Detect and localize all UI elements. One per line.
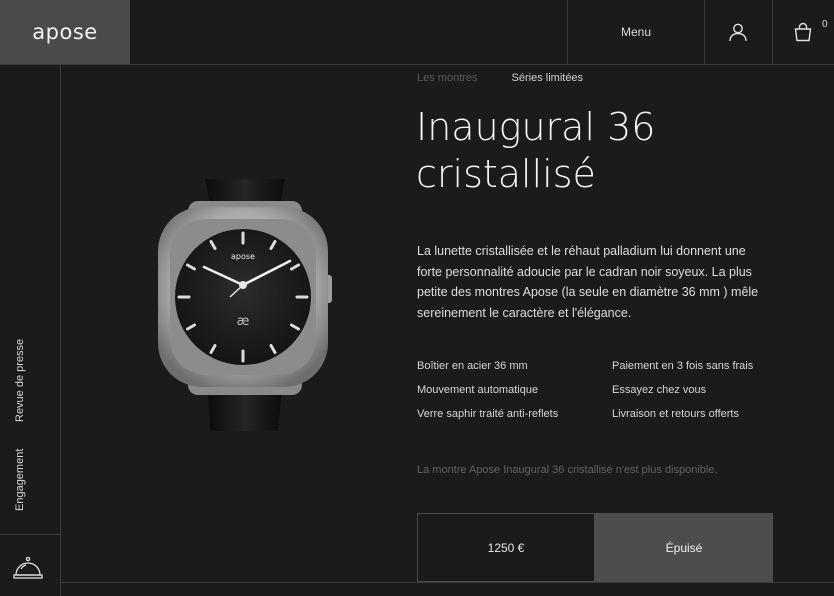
breadcrumb: Les montres Séries limitées xyxy=(417,72,583,84)
product-title-line2: cristallisé xyxy=(416,152,596,196)
feature-glass: Verre saphir traité anti-reflets xyxy=(417,408,559,420)
feature-shipping: Livraison et retours offerts xyxy=(612,408,739,420)
dial-monogram: æ xyxy=(237,314,250,329)
menu-button[interactable]: Menu xyxy=(568,0,704,64)
feature-case: Boîtier en acier 36 mm xyxy=(417,360,528,372)
feature-row: Boîtier en acier 36 mm Paiement en 3 foi… xyxy=(417,360,797,384)
feature-payment: Paiement en 3 fois sans frais xyxy=(612,360,754,372)
sold-out-button[interactable]: Épuisé xyxy=(595,513,773,582)
product-watch-image: apose æ xyxy=(158,179,332,431)
sidebar-bottom-divider xyxy=(0,534,60,535)
shopping-bag-icon xyxy=(794,22,812,42)
product-title-line1: Inaugural 36 xyxy=(416,105,656,149)
footer-divider xyxy=(60,582,834,583)
user-icon xyxy=(729,23,747,42)
feature-row: Mouvement automatique Essayez chez vous xyxy=(417,384,797,408)
header-bottom-divider xyxy=(0,64,834,65)
cart-count-badge: 0 xyxy=(822,19,828,30)
feature-movement: Mouvement automatique xyxy=(417,384,539,396)
breadcrumb-limited-series[interactable]: Séries limitées xyxy=(512,72,584,84)
breadcrumb-watches[interactable]: Les montres xyxy=(417,72,478,84)
cart-button[interactable]: 0 xyxy=(772,0,834,64)
account-button[interactable] xyxy=(704,0,772,64)
availability-note: La montre Apose Inaugural 36 cristallisé… xyxy=(417,464,718,476)
service-bell-icon[interactable] xyxy=(12,552,44,584)
sidebar-link-press[interactable]: Revue de presse xyxy=(14,339,26,422)
price-display: 1250 € xyxy=(417,513,595,582)
product-description: La lunette cristallisée et le réhaut pal… xyxy=(417,244,759,320)
sidebar-divider xyxy=(60,64,61,596)
feature-try-at-home: Essayez chez vous xyxy=(612,384,707,396)
logo[interactable]: apose xyxy=(0,0,130,64)
product-features: Boîtier en acier 36 mm Paiement en 3 foi… xyxy=(417,360,797,432)
logo-text: apose xyxy=(32,20,98,44)
sidebar-link-engagement[interactable]: Engagement xyxy=(14,449,26,511)
product-title: Inaugural 36 cristallisé xyxy=(416,104,796,198)
feature-row: Verre saphir traité anti-reflets Livrais… xyxy=(417,408,797,432)
dial-logo: apose xyxy=(231,252,255,261)
